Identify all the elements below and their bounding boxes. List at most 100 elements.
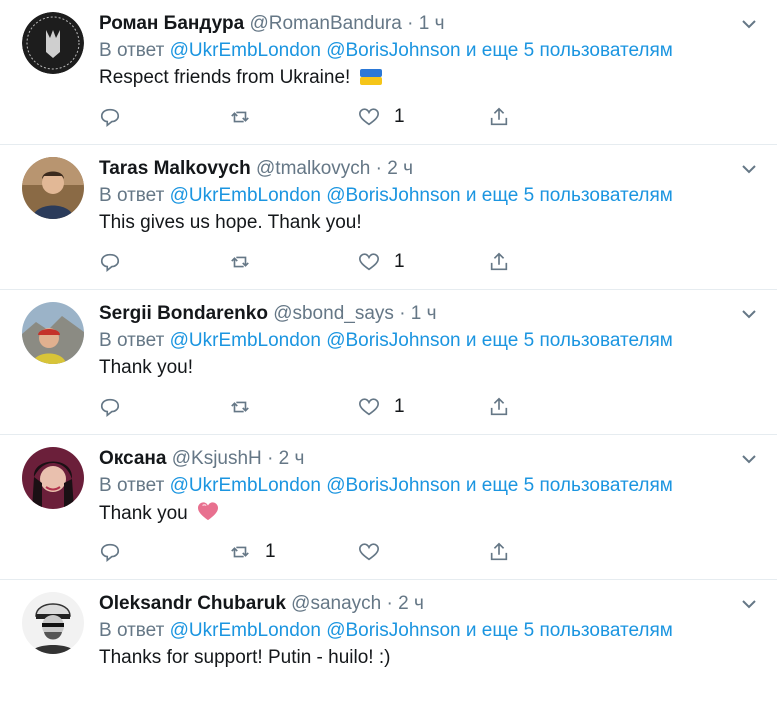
author-name[interactable]: Оксана bbox=[99, 448, 166, 469]
avatar[interactable] bbox=[22, 592, 84, 654]
separator-dot: · bbox=[386, 593, 393, 614]
tweet[interactable]: Оксана @KsjushH · 2 ч В ответ @UkrEmbLon… bbox=[0, 435, 777, 580]
share-icon bbox=[490, 542, 508, 561]
reply-button[interactable] bbox=[99, 540, 121, 564]
chevron-down-icon[interactable] bbox=[739, 159, 759, 179]
reply-others-link[interactable]: и еще 5 пользователям bbox=[466, 475, 673, 496]
reply-mentions[interactable]: @UkrEmbLondon @BorisJohnson bbox=[170, 40, 461, 61]
like-button[interactable]: 1 bbox=[358, 250, 405, 274]
reply-prefix: В ответ bbox=[99, 40, 165, 61]
tweet[interactable]: Taras Malkovych @tmalkovych · 2 ч В отве… bbox=[0, 145, 777, 290]
reply-mentions[interactable]: @UkrEmbLondon @BorisJohnson bbox=[170, 620, 461, 641]
reply-context: В ответ @UkrEmbLondon @BorisJohnson и ещ… bbox=[99, 474, 759, 498]
reply-mentions[interactable]: @UkrEmbLondon @BorisJohnson bbox=[170, 475, 461, 496]
reply-context: В ответ @UkrEmbLondon @BorisJohnson и ещ… bbox=[99, 184, 759, 208]
heart-icon bbox=[359, 398, 379, 416]
share-button[interactable] bbox=[488, 105, 510, 129]
tweet[interactable]: Oleksandr Chubaruk @sanaych · 2 ч В отве… bbox=[0, 580, 777, 725]
tweet-text: This gives us hope. Thank you! bbox=[99, 211, 759, 235]
retweet-button[interactable]: 1 bbox=[229, 540, 276, 564]
author-handle[interactable]: @KsjushH bbox=[172, 448, 262, 469]
share-button[interactable] bbox=[488, 395, 510, 419]
reply-mentions[interactable]: @UkrEmbLondon @BorisJohnson bbox=[170, 185, 461, 206]
author-name[interactable]: Роман Бандура bbox=[99, 13, 244, 34]
timestamp[interactable]: 2 ч bbox=[279, 448, 305, 469]
chevron-down-icon[interactable] bbox=[739, 14, 759, 34]
tweet-text-content: Thank you! bbox=[99, 357, 193, 378]
author-handle[interactable]: @RomanBandura bbox=[249, 13, 401, 34]
author-name[interactable]: Oleksandr Chubaruk bbox=[99, 593, 286, 614]
avatar[interactable] bbox=[22, 157, 84, 219]
timestamp[interactable]: 2 ч bbox=[387, 158, 413, 179]
tweet[interactable]: Роман Бандура @RomanBandura · 1 ч В отве… bbox=[0, 0, 777, 145]
reply-prefix: В ответ bbox=[99, 620, 165, 641]
avatar[interactable] bbox=[22, 12, 84, 74]
separator-dot: · bbox=[375, 158, 382, 179]
like-button[interactable]: 1 bbox=[358, 105, 405, 129]
author-name[interactable]: Taras Malkovych bbox=[99, 158, 251, 179]
chevron-down-icon[interactable] bbox=[739, 594, 759, 614]
reply-prefix: В ответ bbox=[99, 475, 165, 496]
retweet-icon bbox=[231, 256, 249, 268]
reply-others-link[interactable]: и еще 5 пользователям bbox=[466, 330, 673, 351]
heart-icon bbox=[359, 108, 379, 126]
reply-icon bbox=[100, 108, 120, 127]
reply-others-link[interactable]: и еще 5 пользователям bbox=[466, 185, 673, 206]
reply-button[interactable] bbox=[99, 395, 121, 419]
retweet-icon bbox=[231, 111, 249, 123]
like-count: 1 bbox=[394, 396, 405, 417]
tweet-text: Thanks for support! Putin - huilo! :) bbox=[99, 646, 759, 670]
author-name[interactable]: Sergii Bondarenko bbox=[99, 303, 268, 324]
like-button[interactable] bbox=[358, 540, 394, 564]
chevron-down-icon[interactable] bbox=[739, 304, 759, 324]
like-button[interactable]: 1 bbox=[358, 395, 405, 419]
reply-others-link[interactable]: и еще 5 пользователям bbox=[466, 620, 673, 641]
reply-prefix: В ответ bbox=[99, 330, 165, 351]
reply-icon bbox=[100, 398, 120, 417]
author-handle[interactable]: @sanaych bbox=[291, 593, 381, 614]
tweet-text-content: This gives us hope. Thank you! bbox=[99, 212, 362, 233]
retweet-button[interactable] bbox=[229, 105, 265, 129]
reply-context: В ответ @UkrEmbLondon @BorisJohnson и ещ… bbox=[99, 39, 759, 63]
tweet-actions: 1 bbox=[99, 105, 529, 129]
reply-icon bbox=[100, 543, 120, 562]
reply-button[interactable] bbox=[99, 105, 121, 129]
share-icon bbox=[490, 252, 508, 271]
reply-context: В ответ @UkrEmbLondon @BorisJohnson и ещ… bbox=[99, 329, 759, 353]
reply-button[interactable] bbox=[99, 250, 121, 274]
pink-heart-icon bbox=[197, 501, 219, 528]
retweet-icon bbox=[231, 401, 249, 413]
separator-dot: · bbox=[267, 448, 274, 469]
retweet-icon bbox=[231, 546, 249, 558]
share-icon bbox=[490, 107, 508, 126]
timestamp[interactable]: 2 ч bbox=[398, 593, 424, 614]
author-handle[interactable]: @tmalkovych bbox=[256, 158, 370, 179]
share-icon bbox=[490, 397, 508, 416]
like-count: 1 bbox=[394, 106, 405, 127]
tweet-actions: 1 bbox=[99, 250, 529, 274]
tweet-text: Respect friends from Ukraine! bbox=[99, 66, 759, 92]
retweet-button[interactable] bbox=[229, 395, 265, 419]
reply-context: В ответ @UkrEmbLondon @BorisJohnson и ещ… bbox=[99, 619, 759, 643]
tweet-text-content: Thanks for support! Putin - huilo! :) bbox=[99, 647, 391, 668]
share-button[interactable] bbox=[488, 540, 510, 564]
reply-timeline: Роман Бандура @RomanBandura · 1 ч В отве… bbox=[0, 0, 777, 725]
chevron-down-icon[interactable] bbox=[739, 449, 759, 469]
tweet-actions: 1 bbox=[99, 395, 529, 419]
avatar[interactable] bbox=[22, 447, 84, 509]
share-button[interactable] bbox=[488, 250, 510, 274]
timestamp[interactable]: 1 ч bbox=[419, 13, 445, 34]
ukraine-flag-icon bbox=[359, 68, 382, 92]
reply-others-link[interactable]: и еще 5 пользователям bbox=[466, 40, 673, 61]
tweet[interactable]: Sergii Bondarenko @sbond_says · 1 ч В от… bbox=[0, 290, 777, 435]
avatar[interactable] bbox=[22, 302, 84, 364]
reply-prefix: В ответ bbox=[99, 185, 165, 206]
heart-icon bbox=[359, 253, 379, 271]
reply-mentions[interactable]: @UkrEmbLondon @BorisJohnson bbox=[170, 330, 461, 351]
separator-dot: · bbox=[407, 13, 414, 34]
retweet-button[interactable] bbox=[229, 250, 265, 274]
author-handle[interactable]: @sbond_says bbox=[273, 303, 394, 324]
tweet-text-content: Thank you bbox=[99, 503, 188, 524]
timestamp[interactable]: 1 ч bbox=[411, 303, 437, 324]
retweet-count: 1 bbox=[265, 541, 276, 562]
